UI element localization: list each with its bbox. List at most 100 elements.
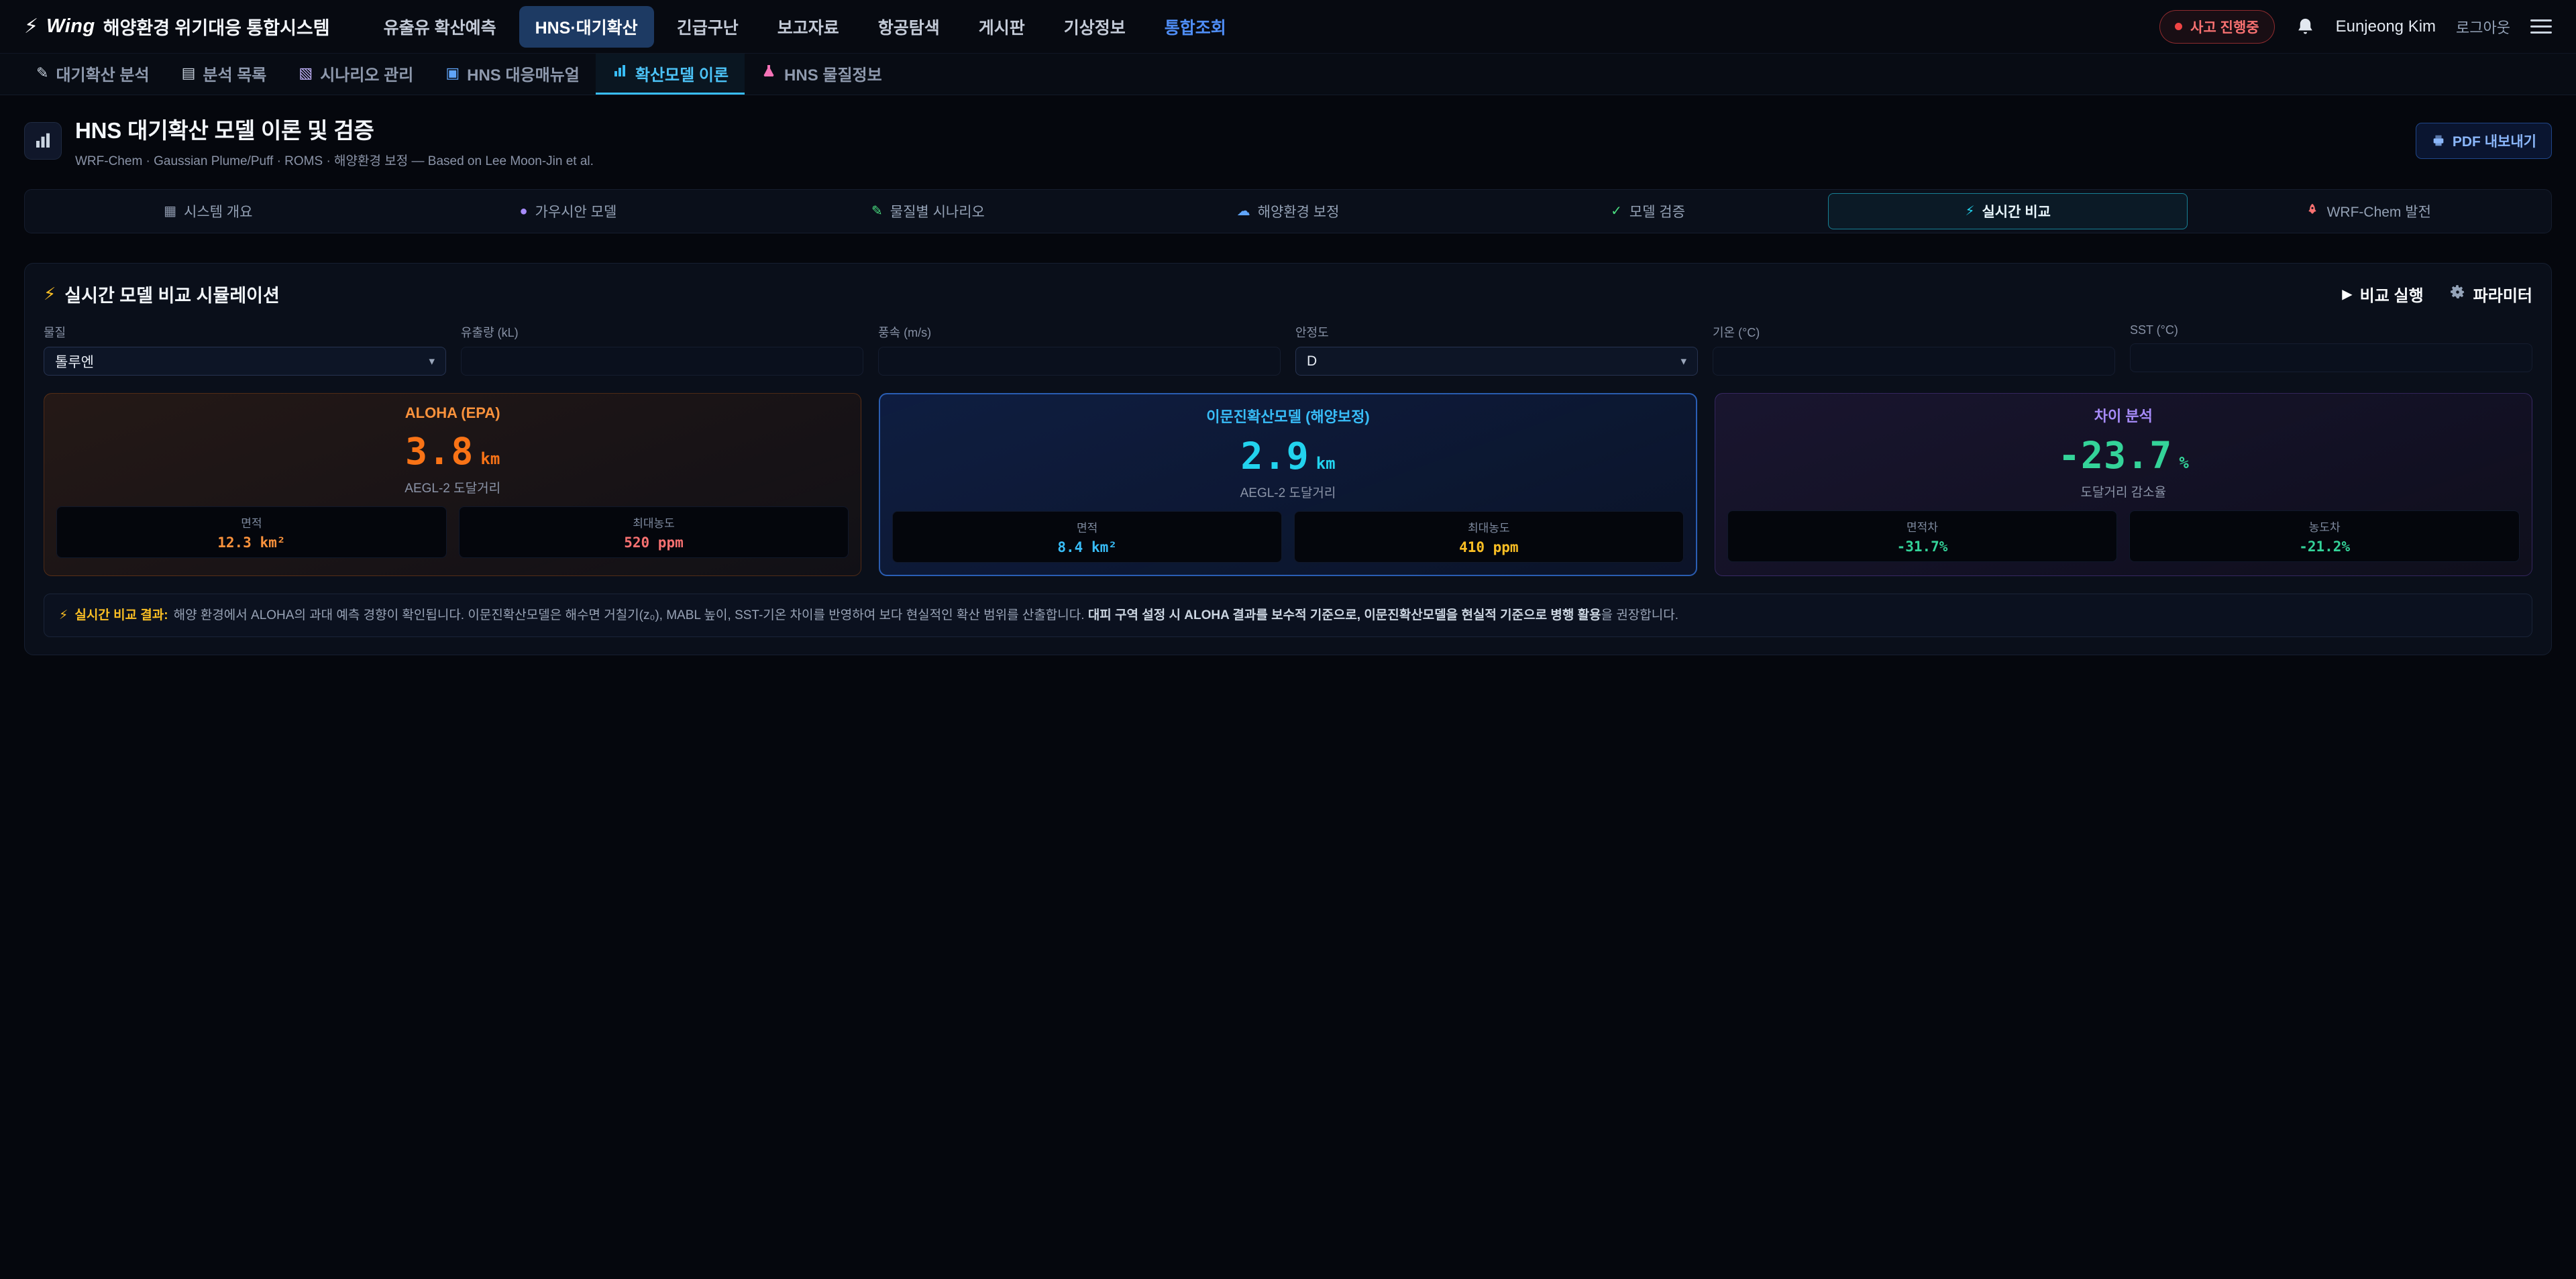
section-label: 실시간 비교 — [1982, 201, 2050, 221]
spill-amount-input[interactable] — [461, 347, 863, 376]
nav-board[interactable]: 게시판 — [963, 6, 1041, 48]
alert-dot-icon — [2175, 23, 2182, 30]
nav-aerial-search[interactable]: 항공탐색 — [862, 6, 956, 48]
page-title: HNS 대기확산 모델 이론 및 검증 — [75, 113, 594, 145]
air-temp-label: 기온 (°C) — [1713, 323, 2115, 341]
card-caption: 도달거리 감소율 — [1727, 482, 2520, 500]
spill-amount-label: 유출량 (kL) — [461, 323, 863, 341]
section-model-validation[interactable]: ✓ 모델 검증 — [1468, 193, 1828, 229]
air-temp-input[interactable] — [1713, 347, 2115, 376]
chevron-down-icon: ▾ — [1680, 355, 1686, 368]
page-header-text: HNS 대기확산 모델 이론 및 검증 WRF-Chem · Gaussian … — [75, 113, 594, 169]
field-sst: SST (°C) — [2130, 323, 2532, 376]
stat-area: 면적 12.3 km² — [56, 506, 447, 558]
user-name: Eunjeong Kim — [2336, 17, 2436, 36]
tab-analysis-list[interactable]: ▤ 분석 목록 — [166, 54, 283, 95]
stat-value: 12.3 km² — [62, 535, 441, 551]
field-spill-amount: 유출량 (kL) — [461, 323, 863, 376]
primary-nav: 유출유 확산예측 HNS·대기확산 긴급구난 보고자료 항공탐색 게시판 기상정… — [368, 6, 1242, 48]
nav-reports[interactable]: 보고자료 — [761, 6, 855, 48]
tab-label: 시나리오 관리 — [320, 62, 413, 85]
sst-input[interactable] — [2130, 343, 2532, 372]
wind-speed-label: 풍속 (m/s) — [878, 323, 1281, 341]
notifications-bell-icon[interactable] — [2295, 16, 2316, 37]
top-bar-right: 사고 진행중 Eunjeong Kim 로그아웃 — [2159, 10, 2552, 44]
note-label: 실시간 비교 결과: — [74, 608, 168, 622]
comparison-result-cards: ALOHA (EPA) 3.8 km AEGL-2 도달거리 면적 12.3 k… — [44, 393, 2532, 576]
bar-chart-icon — [612, 63, 628, 84]
wind-speed-input[interactable] — [878, 347, 1281, 376]
card-unit: km — [1316, 454, 1336, 473]
comparison-result-note: ⚡실시간 비교 결과:해양 환경에서 ALOHA의 과대 예측 경향이 확인됩니… — [44, 594, 2532, 637]
run-comparison-button[interactable]: ▶ 비교 실행 — [2342, 282, 2423, 306]
stat-max-concentration: 최대농도 520 ppm — [459, 506, 849, 558]
nav-weather-info[interactable]: 기상정보 — [1048, 6, 1142, 48]
pdf-export-label: PDF 내보내기 — [2453, 131, 2536, 151]
pdf-export-button[interactable]: PDF 내보내기 — [2416, 123, 2552, 159]
section-label: 물질별 시나리오 — [890, 201, 985, 221]
card-value: 3.8 — [405, 430, 474, 473]
brand-mark: Wing — [46, 15, 95, 38]
logout-button[interactable]: 로그아웃 — [2456, 16, 2510, 38]
parameters-button[interactable]: 파라미터 — [2449, 282, 2532, 306]
section-ocean-correction[interactable]: ☁ 해양환경 보정 — [1108, 193, 1468, 229]
result-card-difference-analysis: 차이 분석 -23.7 % 도달거리 감소율 면적차 -31.7% 농도차 -2… — [1715, 393, 2532, 576]
substance-select[interactable]: 톨루엔 ▾ — [44, 347, 446, 376]
nav-oil-spill-forecast[interactable]: 유출유 확산예측 — [368, 6, 513, 48]
brand: ⚡ Wing 해양환경 위기대응 통합시스템 — [24, 13, 330, 40]
flask-icon — [761, 63, 777, 84]
panel-title: ⚡ 실시간 모델 비교 시뮬레이션 — [44, 281, 280, 307]
tab-scenario-management[interactable]: ▧ 시나리오 관리 — [282, 54, 429, 95]
section-system-overview[interactable]: ▦ 시스템 개요 — [28, 193, 388, 229]
incident-status-label: 사고 진행중 — [2190, 17, 2259, 37]
stat-label: 면적 — [62, 514, 441, 531]
stat-max-concentration: 최대농도 410 ppm — [1294, 511, 1684, 563]
card-title: 이문진확산모델 (해양보정) — [892, 405, 1683, 427]
nav-hns-atmospheric[interactable]: HNS·대기확산 — [519, 6, 654, 48]
printer-icon — [2431, 133, 2446, 148]
stat-value: 8.4 km² — [898, 539, 1276, 555]
section-realtime-comparison[interactable]: ⚡ 실시간 비교 — [1828, 193, 2188, 229]
card-caption: AEGL-2 도달거리 — [892, 483, 1683, 501]
tab-label: 확산모델 이론 — [635, 62, 729, 85]
panel-actions: ▶ 비교 실행 파라미터 — [2342, 282, 2532, 306]
field-stability: 안정도 D ▾ — [1295, 323, 1698, 376]
card-caption: AEGL-2 도달거리 — [56, 478, 849, 496]
section-label: WRF-Chem 발전 — [2327, 201, 2431, 221]
card-unit: % — [2179, 453, 2188, 472]
incident-status-badge[interactable]: 사고 진행중 — [2159, 10, 2274, 44]
run-comparison-label: 비교 실행 — [2360, 282, 2424, 306]
tab-hns-response-manual[interactable]: ▣ HNS 대응매뉴얼 — [429, 54, 596, 95]
tab-hns-substance-info[interactable]: HNS 물질정보 — [745, 54, 898, 95]
page-header-chart-icon — [24, 122, 62, 160]
tab-diffusion-model-theory[interactable]: 확산모델 이론 — [596, 54, 745, 95]
hamburger-menu-icon[interactable] — [2530, 19, 2552, 34]
manual-book-icon: ▣ — [445, 66, 460, 80]
section-label: 모델 검증 — [1629, 201, 1685, 221]
stat-label: 최대농도 — [465, 514, 843, 531]
theory-section-nav: ▦ 시스템 개요 ● 가우시안 모델 ✎ 물질별 시나리오 ☁ 해양환경 보정 … — [24, 189, 2552, 233]
substance-label: 물질 — [44, 323, 446, 341]
nav-emergency-rescue[interactable]: 긴급구난 — [661, 6, 755, 48]
note-strong: 대피 구역 설정 시 ALOHA 결과를 보수적 기준으로, 이문진확산모델을 … — [1088, 608, 1601, 622]
section-gaussian-model[interactable]: ● 가우시안 모델 — [388, 193, 749, 229]
bolt-logo-icon: ⚡ — [24, 15, 38, 38]
stat-value: -31.7% — [1733, 539, 2112, 555]
section-label: 가우시안 모델 — [535, 201, 617, 221]
section-substance-scenarios[interactable]: ✎ 물질별 시나리오 — [748, 193, 1108, 229]
tab-label: HNS 물질정보 — [784, 62, 882, 85]
gaussian-icon: ● — [519, 205, 527, 218]
card-title: 차이 분석 — [1727, 404, 2520, 426]
stability-select[interactable]: D ▾ — [1295, 347, 1698, 376]
nav-integrated-search[interactable]: 통합조회 — [1148, 6, 1242, 48]
bolt-icon: ⚡ — [44, 284, 56, 304]
result-card-aloha: ALOHA (EPA) 3.8 km AEGL-2 도달거리 면적 12.3 k… — [44, 393, 861, 576]
sst-label: SST (°C) — [2130, 323, 2532, 337]
simulation-form: 물질 톨루엔 ▾ 유출량 (kL) 풍속 (m/s) 안정도 D ▾ 기온 (°… — [44, 323, 2532, 376]
result-card-ocean-corrected-model: 이문진확산모델 (해양보정) 2.9 km AEGL-2 도달거리 면적 8.4… — [879, 393, 1697, 576]
top-bar: ⚡ Wing 해양환경 위기대응 통합시스템 유출유 확산예측 HNS·대기확산… — [0, 0, 2576, 54]
tab-atmospheric-analysis[interactable]: ✎ 대기확산 분석 — [20, 54, 166, 95]
stat-concentration-difference: 농도차 -21.2% — [2129, 510, 2520, 562]
section-wrf-chem[interactable]: WRF-Chem 발전 — [2188, 193, 2548, 229]
section-label: 시스템 개요 — [184, 201, 252, 221]
